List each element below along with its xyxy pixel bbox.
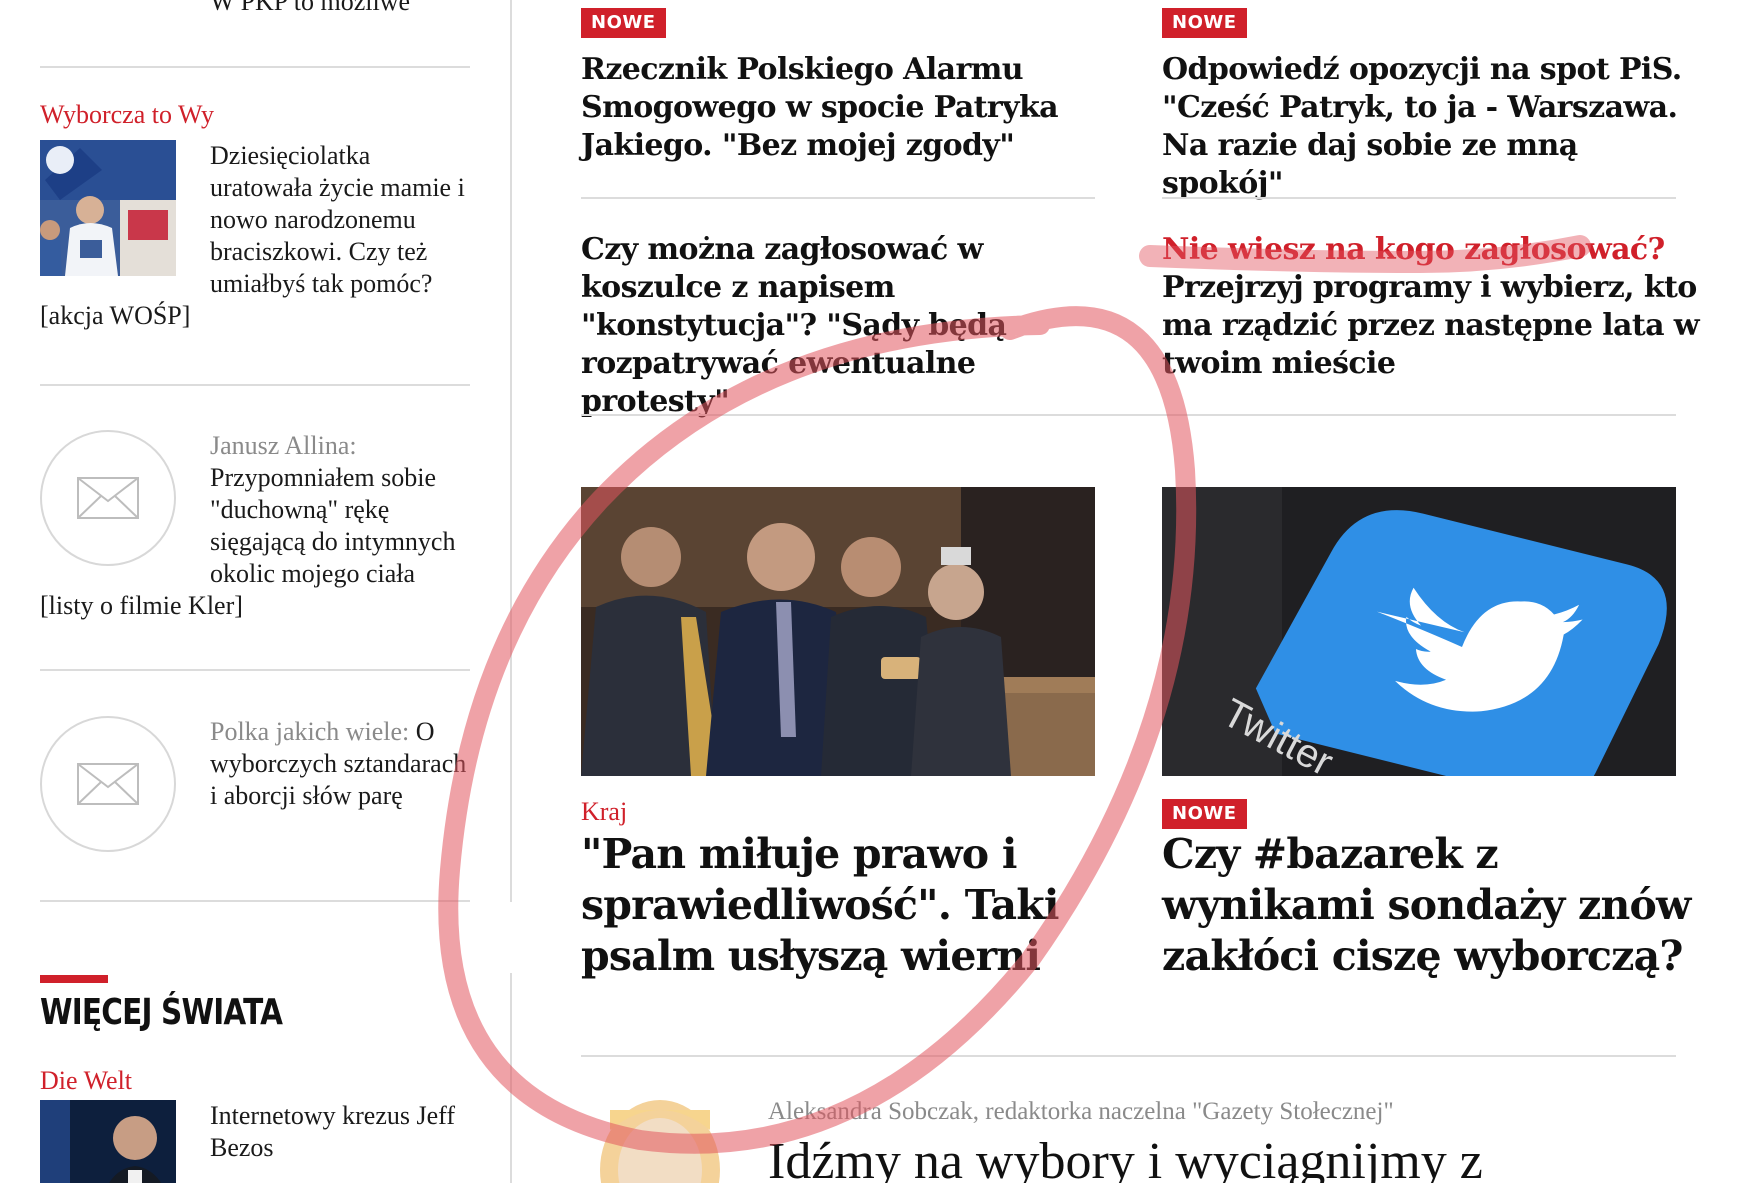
sidebar: W PKP to możliwe Wyborcza to Wy Dziesięc… [40,0,470,1183]
column-separator [510,973,512,1183]
article-thumbnail[interactable] [40,140,176,276]
section-title[interactable]: WIĘCEJ ŚWIATA [40,992,283,1033]
envelope-icon [40,716,176,852]
headline-rest: Przejrzyj programy i wybierz, kto ma rzą… [1162,270,1700,381]
divider [581,414,1676,416]
article-headline[interactable]: Nie wiesz na kogo zagłosować? Przejrzyj … [1162,231,1702,383]
article-photo-church[interactable] [581,487,1095,776]
article-category[interactable]: Kraj [581,797,627,827]
wosp-photo [40,140,176,276]
envelope-icon [40,430,176,566]
sidebar-letter-polka[interactable]: Polka jakich wiele: O wyborczych sztanda… [40,716,470,852]
article-headline-large[interactable]: "Pan miłuje prawo i sprawiedliwość". Tak… [581,829,1101,982]
sidebar-article-wyborcza[interactable]: Wyborcza to Wy Dziesięciolatka uratowała… [40,100,470,332]
divider [40,66,470,68]
article-photo-twitter[interactable]: Twitter [1162,487,1676,776]
letter-thumbnail[interactable] [40,716,176,852]
headline-highlight: Nie wiesz na kogo zagłosować? [1162,232,1665,267]
divider [581,1055,1676,1057]
article-headline[interactable]: Czy można zagłosować w koszulce z napise… [581,231,1101,421]
divider [40,384,470,386]
avatar[interactable] [600,1100,720,1183]
article-category[interactable]: Die Welt [40,1066,470,1096]
new-badge: NOWE [1162,8,1247,38]
article-category[interactable]: Wyborcza to Wy [40,100,470,130]
article-thumbnail[interactable] [40,1100,176,1183]
sidebar-top-fragment[interactable]: W PKP to możliwe [210,0,410,18]
author-byline[interactable]: Aleksandra Sobczak, redaktorka naczelna … [768,1098,1394,1126]
opinion-headline[interactable]: Idźmy na wybory i wyciągnijmy z [768,1132,1483,1183]
sidebar-article-die-welt[interactable]: Die Welt Internetowy krezus Jeff Bezos [40,1066,470,1183]
article-headline[interactable]: Odpowiedź opozycji na spot PiS. "Cześć P… [1162,51,1682,203]
letter-author: Janusz Allina: [210,431,357,460]
new-badge: NOWE [1162,799,1247,829]
column-separator [510,0,512,902]
divider [1162,197,1676,199]
letter-thumbnail[interactable] [40,430,176,566]
divider [581,197,1095,199]
bezos-photo [40,1100,176,1183]
article-headline[interactable]: Rzecznik Polskiego Alarmu Smogowego w sp… [581,51,1061,165]
article-headline-large[interactable]: Czy #bazarek z wynikami sondaży znów zak… [1162,829,1692,982]
divider [40,900,470,902]
letter-author: Polka jakich wiele: [210,717,410,746]
sidebar-letter-allina[interactable]: Janusz Allina: Przypomniałem sobie "duch… [40,430,470,622]
new-badge: NOWE [581,8,666,38]
section-accent-bar [40,975,108,983]
divider [40,669,470,671]
